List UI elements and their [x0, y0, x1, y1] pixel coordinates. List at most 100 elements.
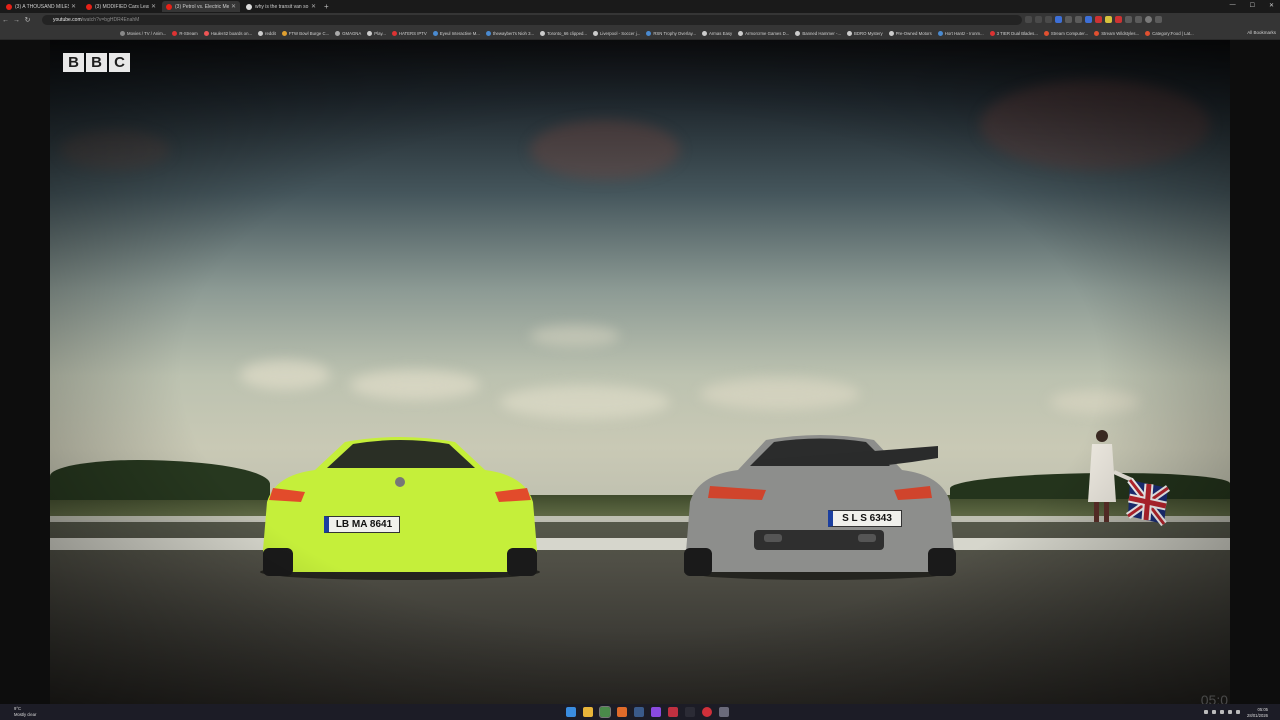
extension-icon[interactable]: [1085, 16, 1092, 23]
file-explorer-icon[interactable]: [583, 707, 593, 717]
firefox-icon[interactable]: [617, 707, 627, 717]
logo-letter: C: [109, 53, 130, 72]
flag-waver-figure: [1088, 430, 1171, 527]
close-tab-icon[interactable]: ✕: [71, 3, 76, 10]
extension-icon[interactable]: [1035, 16, 1042, 23]
bookmark-favicon-icon: [847, 30, 853, 36]
bookmark-item[interactable]: Armas Easy: [702, 30, 733, 36]
page-viewport: LB MA 8641 S L S 6343 B B C 05:0: [0, 40, 1280, 708]
extension-icon[interactable]: [1095, 16, 1102, 23]
browser-tab[interactable]: (3) A THOUSAND MILES P✕: [2, 1, 80, 12]
bookmark-label: Hort Hantz - Ironm...: [944, 30, 984, 36]
all-bookmarks-button[interactable]: All Bookmarks: [1247, 30, 1276, 35]
video-player[interactable]: LB MA 8641 S L S 6343 B B C: [50, 40, 1230, 704]
bookmark-label: RSN Trophy Overlay...: [653, 30, 696, 36]
bookmark-favicon-icon: [203, 30, 209, 36]
reload-icon[interactable]: ↻: [22, 16, 33, 24]
app-icon[interactable]: [685, 707, 695, 717]
bookmark-item[interactable]: R-Stream: [172, 30, 198, 36]
taskbar: 9°C Mostly clear 05:05 28/01/2026: [0, 704, 1280, 720]
tray-icon[interactable]: [1204, 710, 1208, 714]
extension-icon[interactable]: [1065, 16, 1072, 23]
bookmark-favicon-icon: [1094, 30, 1100, 36]
close-tab-icon[interactable]: ✕: [231, 3, 236, 10]
extension-icon[interactable]: [1055, 16, 1062, 23]
url-path: /watch?v=bgHDR4EnahM: [81, 17, 140, 23]
silver-black-series-car: [684, 435, 956, 580]
app-icon[interactable]: [668, 707, 678, 717]
bookmark-item[interactable]: Toronto_66 clipped...: [540, 30, 587, 36]
back-icon[interactable]: ←: [0, 17, 11, 24]
green-electric-car: [260, 437, 540, 580]
bookmark-item[interactable]: Hauler42 boards on...: [203, 30, 252, 36]
bookmark-item[interactable]: GMAGNA: [335, 30, 361, 36]
close-window-icon[interactable]: ✕: [1269, 2, 1274, 9]
bookmark-item[interactable]: Stream Wildstyles...: [1094, 30, 1139, 36]
close-tab-icon[interactable]: ✕: [151, 3, 156, 10]
browser-tab[interactable]: why is the transit van so popu✕: [242, 1, 320, 12]
tab-title: (3) MODIFIED Cars Leaving a: [95, 3, 149, 10]
extension-icon[interactable]: [1105, 16, 1112, 23]
bookmark-item[interactable]: Category:Food | Lat...: [1145, 30, 1194, 36]
bbc-logo: B B C: [63, 53, 130, 72]
bookmark-label: Armas Easy: [709, 30, 733, 36]
cloud-shape: [350, 370, 480, 400]
bookmark-item[interactable]: RSN Trophy Overlay...: [646, 30, 696, 36]
browser-tab[interactable]: (3) Petrol vs. Electric Merc ✕: [162, 1, 240, 12]
star-icon[interactable]: [1045, 16, 1052, 23]
volume-icon[interactable]: [1236, 710, 1240, 714]
bookmark-label: Movies / TV / Anim...: [127, 30, 167, 36]
extension-icon[interactable]: [1135, 16, 1142, 23]
browser-tab[interactable]: (3) MODIFIED Cars Leaving a✕: [82, 1, 160, 12]
tray-icon[interactable]: [1220, 710, 1224, 714]
url-field[interactable]: youtube.com/watch?v=bgHDR4EnahM: [42, 15, 1022, 25]
minimize-icon[interactable]: —: [1230, 2, 1236, 9]
bookmark-item[interactable]: reddit: [258, 30, 276, 36]
bookmark-item[interactable]: Pre-Owned Motors: [888, 30, 932, 36]
extension-icon[interactable]: [1025, 16, 1032, 23]
clock[interactable]: 05:05 28/01/2026: [1247, 707, 1268, 718]
bookmark-label: BDRO Mystery: [854, 30, 883, 36]
tab-favicon-icon: [246, 3, 252, 10]
chrome-icon[interactable]: [599, 706, 611, 718]
profile-icon[interactable]: [1145, 16, 1152, 23]
bookmark-item[interactable]: Banned Hammer -...: [795, 30, 842, 36]
new-tab-button[interactable]: +: [324, 2, 329, 11]
app-icon[interactable]: [651, 707, 661, 717]
bookmark-item[interactable]: FTW Bowl Burge C...: [281, 30, 329, 36]
bookmark-item[interactable]: HATERS IPTV: [391, 30, 427, 36]
extension-icon[interactable]: [1115, 16, 1122, 23]
bookmark-favicon-icon: [432, 30, 438, 36]
tab-favicon-icon: [6, 3, 12, 10]
bookmark-favicon-icon: [795, 30, 801, 36]
bookmark-item[interactable]: Movies / TV / Anim...: [120, 30, 167, 36]
bookmark-item[interactable]: BDRO Mystery: [847, 30, 883, 36]
bookmark-favicon-icon: [646, 30, 652, 36]
system-tray-icons: [1204, 710, 1240, 714]
close-tab-icon[interactable]: ✕: [311, 3, 316, 10]
bookmark-item[interactable]: Stream Computer...: [1043, 30, 1089, 36]
bookmark-item[interactable]: 3 TIER Dual Blades...: [989, 30, 1038, 36]
bookmark-item[interactable]: thewaybert's Nioh 3...: [485, 30, 534, 36]
settings-icon[interactable]: [719, 707, 729, 717]
extension-icon[interactable]: [1075, 16, 1082, 23]
logo-letter: B: [86, 53, 107, 72]
bookmark-item[interactable]: Hort Hantz - Ironm...: [937, 30, 984, 36]
bookmark-label: Stream Computer...: [1050, 30, 1089, 36]
menu-icon[interactable]: [1155, 16, 1162, 23]
bookmark-item[interactable]: Play...: [367, 30, 386, 36]
forward-icon[interactable]: →: [11, 17, 22, 24]
tray-icon[interactable]: [1212, 710, 1216, 714]
steam-icon[interactable]: [634, 707, 644, 717]
app-icon[interactable]: [702, 707, 712, 717]
wifi-icon[interactable]: [1228, 710, 1232, 714]
bookmark-label: Banned Hammer -...: [802, 30, 842, 36]
maximize-icon[interactable]: ☐: [1250, 2, 1255, 9]
bookmark-item[interactable]: Liverpool - Soccer j...: [592, 30, 640, 36]
start-icon[interactable]: [566, 707, 576, 717]
cloud-shape: [60, 130, 170, 170]
bookmark-item[interactable]: Eyeul Interactive M...: [432, 30, 480, 36]
bookmark-item[interactable]: Armorcrme Games D...: [738, 30, 789, 36]
weather-widget[interactable]: 9°C Mostly clear: [14, 706, 36, 717]
extension-icon[interactable]: [1125, 16, 1132, 23]
